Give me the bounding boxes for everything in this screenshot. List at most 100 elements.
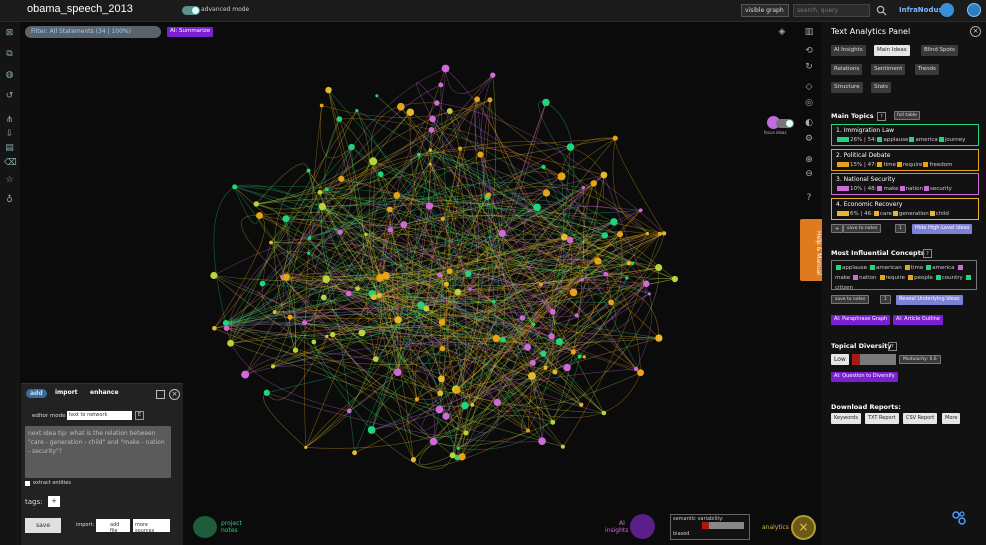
graph-node[interactable] bbox=[319, 103, 324, 108]
graph-node[interactable] bbox=[438, 375, 445, 383]
graph-node[interactable] bbox=[633, 366, 639, 372]
graph-node[interactable] bbox=[601, 232, 609, 239]
graph-node[interactable] bbox=[538, 437, 546, 445]
graph-node[interactable] bbox=[548, 333, 555, 340]
graph-node[interactable] bbox=[458, 146, 463, 151]
graph-node[interactable] bbox=[566, 236, 574, 244]
graph-node[interactable] bbox=[552, 369, 558, 375]
graph-node[interactable] bbox=[492, 299, 496, 304]
graph-node[interactable] bbox=[560, 233, 568, 241]
notes-icon[interactable] bbox=[193, 516, 217, 538]
graph-node[interactable] bbox=[434, 100, 440, 106]
hide-high-level-button[interactable]: Hide High-Level Ideas bbox=[912, 224, 973, 234]
graph-node[interactable] bbox=[443, 281, 450, 287]
graph-node[interactable] bbox=[655, 334, 663, 342]
graph-node[interactable] bbox=[414, 397, 419, 402]
tab-blind-spots[interactable]: Blind Spots bbox=[921, 45, 958, 56]
delete-icon[interactable]: ⌫ bbox=[4, 158, 17, 169]
graph-node[interactable] bbox=[270, 364, 276, 369]
graph-node[interactable] bbox=[337, 229, 343, 235]
graph-node[interactable] bbox=[465, 270, 472, 278]
graph-node[interactable] bbox=[370, 294, 377, 301]
ai-insights-label-2[interactable]: insights bbox=[605, 527, 628, 534]
graph-node[interactable] bbox=[560, 444, 565, 449]
topic-card[interactable]: 4. Economic Recovery 6% | 46: care generati… bbox=[831, 198, 979, 220]
main-topics-help[interactable]: ? bbox=[877, 112, 886, 121]
filter-pill[interactable]: Filter: All Statements (34 | 100%) bbox=[25, 26, 161, 38]
graph-node[interactable] bbox=[272, 310, 277, 315]
graph-node[interactable] bbox=[345, 290, 352, 297]
graph-node[interactable] bbox=[437, 390, 444, 397]
graph-node[interactable] bbox=[322, 275, 331, 283]
graph-view-select[interactable]: visible graph bbox=[741, 4, 789, 17]
graph-node[interactable] bbox=[338, 175, 345, 182]
ai-insights-icon[interactable] bbox=[630, 514, 655, 539]
graph-node[interactable] bbox=[470, 402, 475, 407]
graph-node[interactable] bbox=[490, 72, 496, 78]
graph-node[interactable] bbox=[259, 280, 266, 287]
concept-word[interactable]: america bbox=[932, 265, 954, 271]
graph-node[interactable] bbox=[387, 227, 394, 233]
paraphrase-graph-button[interactable]: AI: Paraphrase Graph bbox=[831, 315, 891, 325]
graph-node[interactable] bbox=[393, 192, 401, 199]
analytics-close-icon[interactable]: × bbox=[791, 515, 816, 540]
tab-trends[interactable]: Trends bbox=[915, 64, 939, 75]
graph-node[interactable] bbox=[324, 187, 329, 192]
graph-node[interactable] bbox=[435, 405, 444, 414]
graph-node[interactable] bbox=[263, 389, 270, 396]
graph-node[interactable] bbox=[439, 345, 446, 352]
focus-ideas-toggle[interactable] bbox=[776, 119, 794, 128]
graph-node[interactable] bbox=[307, 236, 312, 241]
graph-node[interactable] bbox=[590, 180, 598, 187]
topic-word[interactable]: freedom bbox=[929, 162, 952, 168]
influential-help[interactable]: ? bbox=[923, 249, 932, 258]
download-icon[interactable]: ⇩ bbox=[4, 129, 15, 140]
project-notes-label-1[interactable]: project bbox=[221, 520, 242, 527]
cycle-icon[interactable]: ⟲ bbox=[803, 45, 815, 57]
graph-node[interactable] bbox=[461, 401, 469, 410]
graph-node[interactable] bbox=[463, 430, 469, 436]
graph-node[interactable] bbox=[637, 369, 644, 377]
article-outline-button[interactable]: AI: Article Outline bbox=[893, 315, 943, 325]
user-name[interactable]: InfraNodus bbox=[899, 6, 943, 14]
advanced-mode-toggle[interactable] bbox=[182, 6, 200, 15]
add-topic-button[interactable]: + bbox=[831, 224, 844, 233]
graph-node[interactable] bbox=[282, 215, 290, 223]
question-icon[interactable]: ? bbox=[803, 192, 815, 204]
graph-node[interactable] bbox=[227, 339, 234, 347]
graph-node[interactable] bbox=[429, 437, 438, 446]
graph-node[interactable] bbox=[642, 280, 650, 288]
search-input[interactable]: search, query bbox=[793, 4, 870, 17]
zoom-out-icon[interactable]: ⊖ bbox=[803, 168, 815, 180]
editor-close-icon[interactable]: × bbox=[169, 389, 180, 400]
graph-node[interactable] bbox=[325, 334, 329, 339]
graph-node[interactable] bbox=[428, 148, 433, 152]
graph-node[interactable] bbox=[493, 398, 502, 407]
tab-stats[interactable]: Stats bbox=[871, 82, 892, 93]
graph-node[interactable] bbox=[574, 313, 579, 318]
graph-node[interactable] bbox=[325, 86, 332, 94]
graph-node[interactable] bbox=[253, 201, 259, 207]
graph-node[interactable] bbox=[581, 185, 586, 190]
graph-node[interactable] bbox=[287, 314, 293, 320]
graph-node[interactable] bbox=[500, 336, 506, 343]
graph-node[interactable] bbox=[223, 325, 230, 331]
layers-icon[interactable]: ◈ bbox=[776, 26, 788, 38]
graph-node[interactable] bbox=[358, 329, 366, 337]
concept-word[interactable]: time bbox=[911, 265, 923, 271]
reveal-ideas-button[interactable]: Reveal Underlying Ideas bbox=[896, 295, 963, 305]
target-icon[interactable]: ◎ bbox=[803, 97, 815, 109]
statement-textarea[interactable]: next idea tip: what is the relation betw… bbox=[25, 426, 171, 478]
graph-node[interactable] bbox=[612, 135, 618, 141]
graph-node[interactable] bbox=[438, 82, 444, 88]
save-icon[interactable]: ▤ bbox=[4, 143, 15, 154]
graph-node[interactable] bbox=[280, 274, 284, 279]
graph-node[interactable] bbox=[346, 408, 352, 414]
concept-word[interactable]: american bbox=[876, 265, 902, 271]
tab-structure[interactable]: Structure bbox=[831, 82, 863, 93]
graph-node[interactable] bbox=[541, 164, 546, 170]
graph-node[interactable] bbox=[566, 143, 575, 151]
graph-node[interactable] bbox=[519, 315, 526, 321]
tab-sentiment[interactable]: Sentiment bbox=[871, 64, 906, 75]
user-avatar-icon[interactable] bbox=[940, 3, 954, 17]
